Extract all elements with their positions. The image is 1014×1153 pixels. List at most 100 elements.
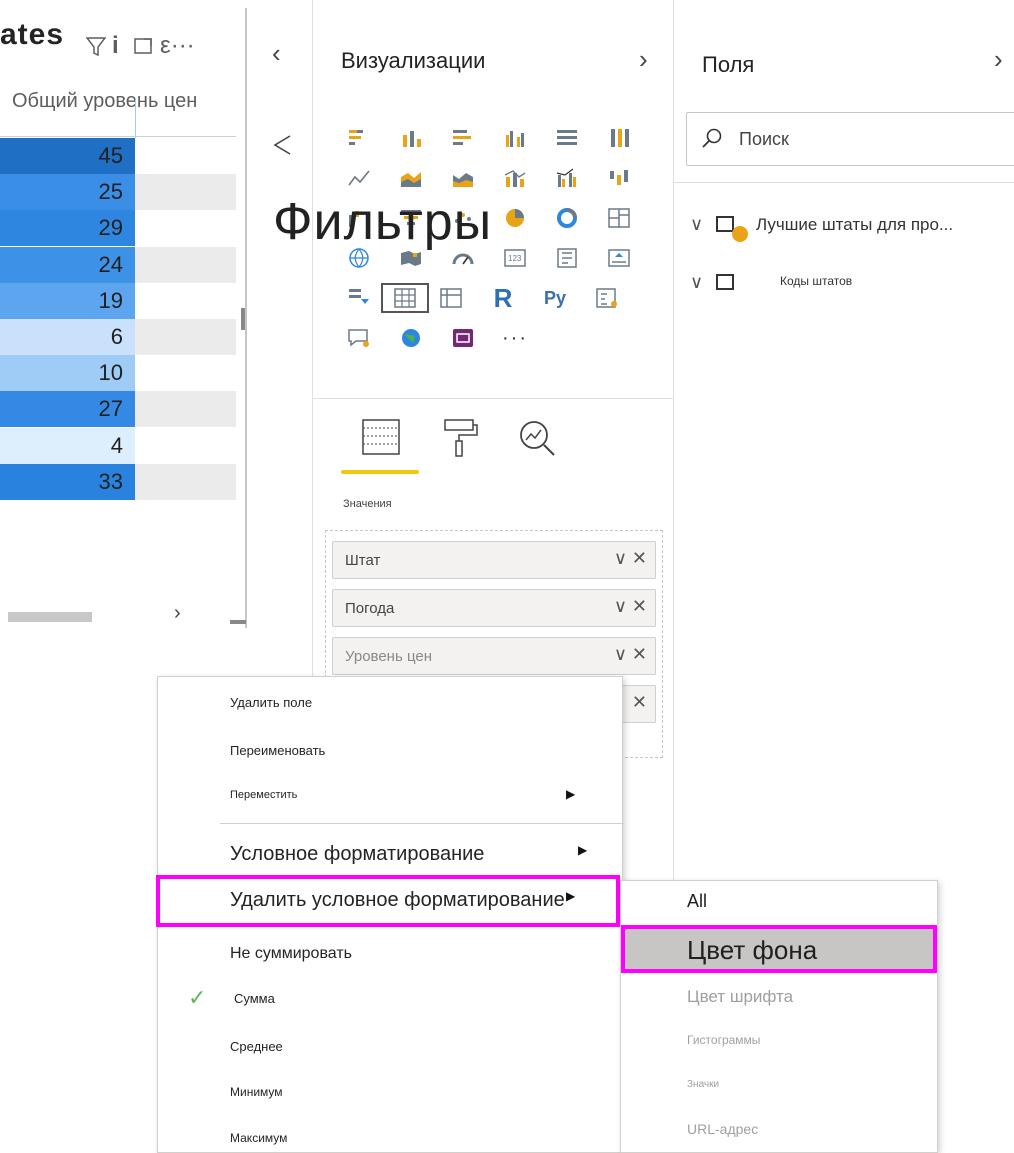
table-row[interactable]: 10 (0, 355, 236, 392)
menu-item-minimum[interactable]: Минимум (230, 1085, 283, 1099)
menu-item-move[interactable]: Переместить (230, 789, 297, 801)
scroll-right-icon[interactable]: › (174, 602, 181, 625)
field-pill-price-level[interactable]: Уровень цен ∨ ✕ (332, 637, 656, 675)
table-cell-blank[interactable] (135, 319, 236, 355)
python-visual-icon[interactable]: Py (529, 288, 581, 309)
menu-item-maximum[interactable]: Максимум (230, 1131, 287, 1145)
stacked-bar-chart-icon[interactable] (333, 127, 385, 149)
arcgis-map-icon[interactable] (385, 327, 437, 349)
close-icon[interactable]: ✕ (632, 596, 647, 617)
analytics-magnifier-icon[interactable] (517, 418, 557, 463)
stacked-area-chart-icon[interactable] (437, 167, 489, 189)
line-and-stacked-column-chart-icon[interactable] (489, 167, 541, 189)
card-icon[interactable]: 123 (489, 247, 541, 269)
power-apps-icon[interactable] (437, 327, 489, 349)
filled-map-icon[interactable] (385, 247, 437, 269)
table-cell-value[interactable]: 29 (0, 210, 135, 247)
close-icon[interactable]: ✕ (632, 692, 647, 713)
r-script-visual-icon[interactable]: R (477, 283, 529, 314)
filter-pane-collapse-icon[interactable] (272, 134, 292, 163)
table-cell-value[interactable]: 25 (0, 174, 135, 211)
key-influencers-icon[interactable] (581, 287, 633, 309)
table-row[interactable]: 6 (0, 319, 236, 355)
chevron-down-icon[interactable]: ∨ (614, 548, 627, 569)
menu-item-sum[interactable]: Сумма (234, 991, 275, 1006)
resize-handle-right[interactable] (241, 308, 245, 330)
clustered-bar-chart-icon[interactable] (437, 127, 489, 149)
100-stacked-bar-chart-icon[interactable] (541, 127, 593, 149)
menu-item-rename[interactable]: Переименовать (230, 743, 325, 758)
menu-item-conditional-formatting[interactable]: Условное форматирование (230, 843, 484, 866)
slicer-icon[interactable] (333, 287, 385, 309)
format-paint-roller-icon[interactable] (441, 418, 479, 463)
table-cell-value[interactable]: 45 (0, 138, 135, 174)
stacked-column-chart-icon[interactable] (385, 127, 437, 149)
q-and-a-icon[interactable] (333, 327, 385, 349)
chevron-down-icon[interactable]: ∨ (690, 272, 703, 293)
table-cell-value[interactable]: 24 (0, 246, 135, 283)
pie-chart-icon[interactable] (489, 207, 541, 229)
expand-chevron-icon[interactable]: › (994, 44, 1003, 75)
table-cell-blank[interactable] (135, 210, 236, 247)
table-row[interactable]: 45 (0, 138, 236, 174)
close-icon[interactable]: ✕ (632, 644, 647, 665)
submenu-item-all[interactable]: All (687, 891, 707, 912)
table-cell-blank[interactable] (135, 174, 236, 211)
more-visuals-icon[interactable]: ··· (489, 327, 541, 350)
table-cell-value[interactable]: 10 (0, 355, 135, 392)
filter-icon[interactable] (85, 36, 107, 64)
table-visual[interactable]: ates i ε··· Общий уровень цен 45 25 29 24 19… (0, 8, 247, 628)
kpi-icon[interactable] (593, 247, 645, 269)
table-cell-blank[interactable] (135, 246, 236, 283)
column-resize-handle[interactable] (135, 98, 136, 138)
table-cell-value[interactable]: 33 (0, 463, 135, 500)
table-cell-value[interactable]: 19 (0, 282, 135, 319)
horizontal-scrollbar[interactable]: › (0, 602, 236, 628)
line-and-clustered-column-chart-icon[interactable] (541, 167, 593, 189)
ribbon-chart-icon[interactable] (593, 167, 645, 189)
fields-tab-icon[interactable] (361, 418, 401, 461)
donut-chart-icon[interactable] (541, 207, 593, 229)
clustered-column-chart-icon[interactable] (489, 127, 541, 149)
fields-search-input[interactable]: Поиск (686, 112, 1014, 166)
collapse-chevron-icon[interactable]: ‹ (272, 38, 281, 69)
treemap-icon[interactable] (593, 207, 645, 229)
scatter-chart-icon[interactable] (437, 207, 489, 229)
table-row[interactable]: 33 (0, 463, 236, 500)
table-cell-value[interactable]: 6 (0, 319, 135, 355)
waterfall-chart-icon[interactable] (333, 207, 385, 229)
chevron-down-icon[interactable]: ∨ (614, 596, 627, 617)
table-cell-blank[interactable] (135, 355, 236, 392)
table-cell-value[interactable]: 27 (0, 391, 135, 428)
table-row[interactable]: 19 (0, 282, 236, 319)
field-pill-weather[interactable]: Погода ∨ ✕ (332, 589, 656, 627)
table-row[interactable]: 25 (0, 174, 236, 211)
100-stacked-column-chart-icon[interactable] (593, 127, 645, 149)
table-visual-icon[interactable] (381, 283, 429, 313)
focus-mode-icon[interactable] (134, 36, 154, 62)
table-cell-blank[interactable] (135, 391, 236, 428)
info-icon[interactable]: i (112, 32, 119, 60)
area-chart-icon[interactable] (385, 167, 437, 189)
table-row[interactable]: 4 (0, 427, 236, 464)
resize-handle-corner[interactable] (230, 620, 246, 624)
table-row[interactable]: 29 (0, 210, 236, 247)
table-row[interactable]: 24 (0, 246, 236, 283)
table-cell-blank[interactable] (135, 427, 236, 464)
menu-item-average[interactable]: Среднее (230, 1039, 283, 1054)
chevron-down-icon[interactable]: ∨ (690, 214, 703, 235)
scrollbar-thumb[interactable] (8, 612, 92, 622)
more-options-icon[interactable]: ε··· (160, 32, 195, 60)
multi-row-card-icon[interactable] (541, 247, 593, 269)
map-icon[interactable] (333, 247, 385, 269)
submenu-item-background-color[interactable]: Цвет фона (687, 935, 817, 966)
line-chart-icon[interactable] (333, 167, 385, 189)
table-cell-value[interactable]: 4 (0, 427, 135, 464)
table-row[interactable]: 27 (0, 391, 236, 428)
chevron-down-icon[interactable]: ∨ (614, 644, 627, 665)
gauge-icon[interactable] (437, 247, 489, 269)
table-cell-blank[interactable] (135, 138, 236, 174)
column-header[interactable]: Общий уровень цен (12, 90, 197, 113)
field-pill-state[interactable]: Штат ∨ ✕ (332, 541, 656, 579)
table-cell-blank[interactable] (135, 282, 236, 319)
